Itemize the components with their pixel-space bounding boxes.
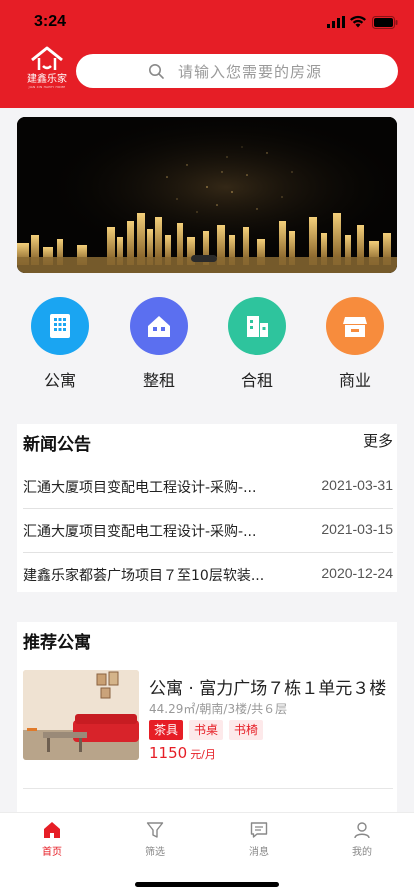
- recommend-section: 推荐公寓 公寓 · 富力广场７栋１单元３楼 44.29㎡/朝南/3楼/共６层 茶…: [17, 622, 397, 822]
- news-item[interactable]: 汇通大厦项目变配电工程设计-采购-... 2021-03-15: [23, 509, 393, 553]
- category-grid: 公寓 整租 合租 商业: [0, 290, 414, 400]
- tab-home[interactable]: 首页: [22, 821, 82, 858]
- section-title: 推荐公寓: [23, 633, 91, 653]
- listing-price: 1150 元/月: [149, 744, 216, 762]
- category-label: 整租: [142, 371, 175, 390]
- logo-subtext: JIAN XIN HAPPY HOME: [28, 85, 66, 89]
- promo-banner[interactable]: [17, 117, 397, 273]
- amenity-tag: 书椅: [229, 720, 264, 740]
- news-section: 新闻公告 更多 汇通大厦项目变配电工程设计-采购-... 2021-03-31 …: [17, 424, 397, 592]
- battery-icon: [372, 16, 398, 29]
- tab-filter[interactable]: 筛选: [125, 821, 185, 858]
- category-shared-rent[interactable]: 合租: [217, 290, 297, 391]
- brand-logo: 建鑫乐家 JIAN XIN HAPPY HOME: [22, 46, 72, 94]
- divider: [23, 788, 393, 789]
- amenity-tag: 茶具: [149, 720, 184, 740]
- price-value: 1150: [149, 744, 188, 762]
- filter-icon: [146, 822, 164, 838]
- category-label: 合租: [240, 371, 273, 390]
- house-logo-icon: [31, 46, 63, 70]
- listing-photo: [23, 670, 139, 760]
- news-title: 建鑫乐家都荟广场项目７至10层软装...: [23, 568, 265, 584]
- home-icon: [44, 822, 60, 838]
- news-title: 汇通大厦项目变配电工程设计-采购-...: [23, 524, 257, 540]
- header: 3:24 建鑫乐家 JIAN XIN HAPPY HOME 请输入您需要的房源: [0, 0, 414, 108]
- section-title: 新闻公告: [23, 435, 91, 455]
- house-icon: [130, 297, 188, 355]
- search-bar[interactable]: 请输入您需要的房源: [76, 54, 398, 88]
- news-item[interactable]: 汇通大厦项目变配电工程设计-采购-... 2021-03-31: [23, 465, 393, 509]
- more-link[interactable]: 更多: [363, 430, 393, 451]
- listing-name: 公寓 · 富力广场７栋１单元３楼: [149, 679, 387, 699]
- tab-label: 筛选: [145, 847, 165, 858]
- news-item[interactable]: 建鑫乐家都荟广场项目７至10层软装... 2020-12-24: [23, 553, 393, 597]
- tab-label: 首页: [42, 847, 62, 858]
- news-date: 2021-03-15: [321, 521, 393, 537]
- listing-tags: 茶具 书桌 书椅: [149, 720, 269, 740]
- price-unit: 元/月: [190, 748, 216, 761]
- news-date: 2020-12-24: [321, 565, 393, 581]
- profile-icon: [354, 822, 370, 839]
- tab-label: 我的: [352, 847, 372, 858]
- tab-label: 消息: [249, 847, 269, 858]
- search-icon: [149, 64, 164, 79]
- status-bar: 3:24: [0, 0, 414, 44]
- category-label: 公寓: [43, 371, 76, 390]
- city-skyline-image: [17, 117, 397, 273]
- home-indicator[interactable]: [135, 882, 279, 887]
- cellular-signal-icon: [327, 16, 345, 28]
- apartment-building-icon: [31, 297, 89, 355]
- listing-card[interactable]: 公寓 · 富力广场７栋１单元３楼 44.29㎡/朝南/3楼/共６层 茶具 书桌 …: [23, 670, 397, 766]
- storefront-icon: [326, 297, 384, 355]
- search-input[interactable]: 请输入您需要的房源: [178, 61, 322, 82]
- news-date: 2021-03-31: [321, 477, 393, 493]
- carousel-indicator[interactable]: [191, 255, 217, 262]
- amenity-tag: 书桌: [189, 720, 224, 740]
- category-whole-rent[interactable]: 整租: [119, 290, 199, 391]
- wifi-icon: [350, 15, 366, 28]
- category-label: 商业: [338, 371, 371, 390]
- news-title: 汇通大厦项目变配电工程设计-采购-...: [23, 480, 257, 496]
- office-building-icon: [228, 297, 286, 355]
- message-icon: [250, 822, 268, 838]
- tab-profile[interactable]: 我的: [332, 821, 392, 858]
- app-screen: 3:24 建鑫乐家 JIAN XIN HAPPY HOME 请输入您需要的房源 …: [0, 0, 414, 896]
- status-time: 3:24: [34, 13, 67, 30]
- logo-text: 建鑫乐家: [27, 74, 67, 85]
- listing-info: 44.29㎡/朝南/3楼/共６层: [149, 702, 288, 716]
- category-apartment[interactable]: 公寓: [20, 290, 100, 391]
- category-commercial[interactable]: 商业: [315, 290, 395, 391]
- tab-messages[interactable]: 消息: [229, 821, 289, 858]
